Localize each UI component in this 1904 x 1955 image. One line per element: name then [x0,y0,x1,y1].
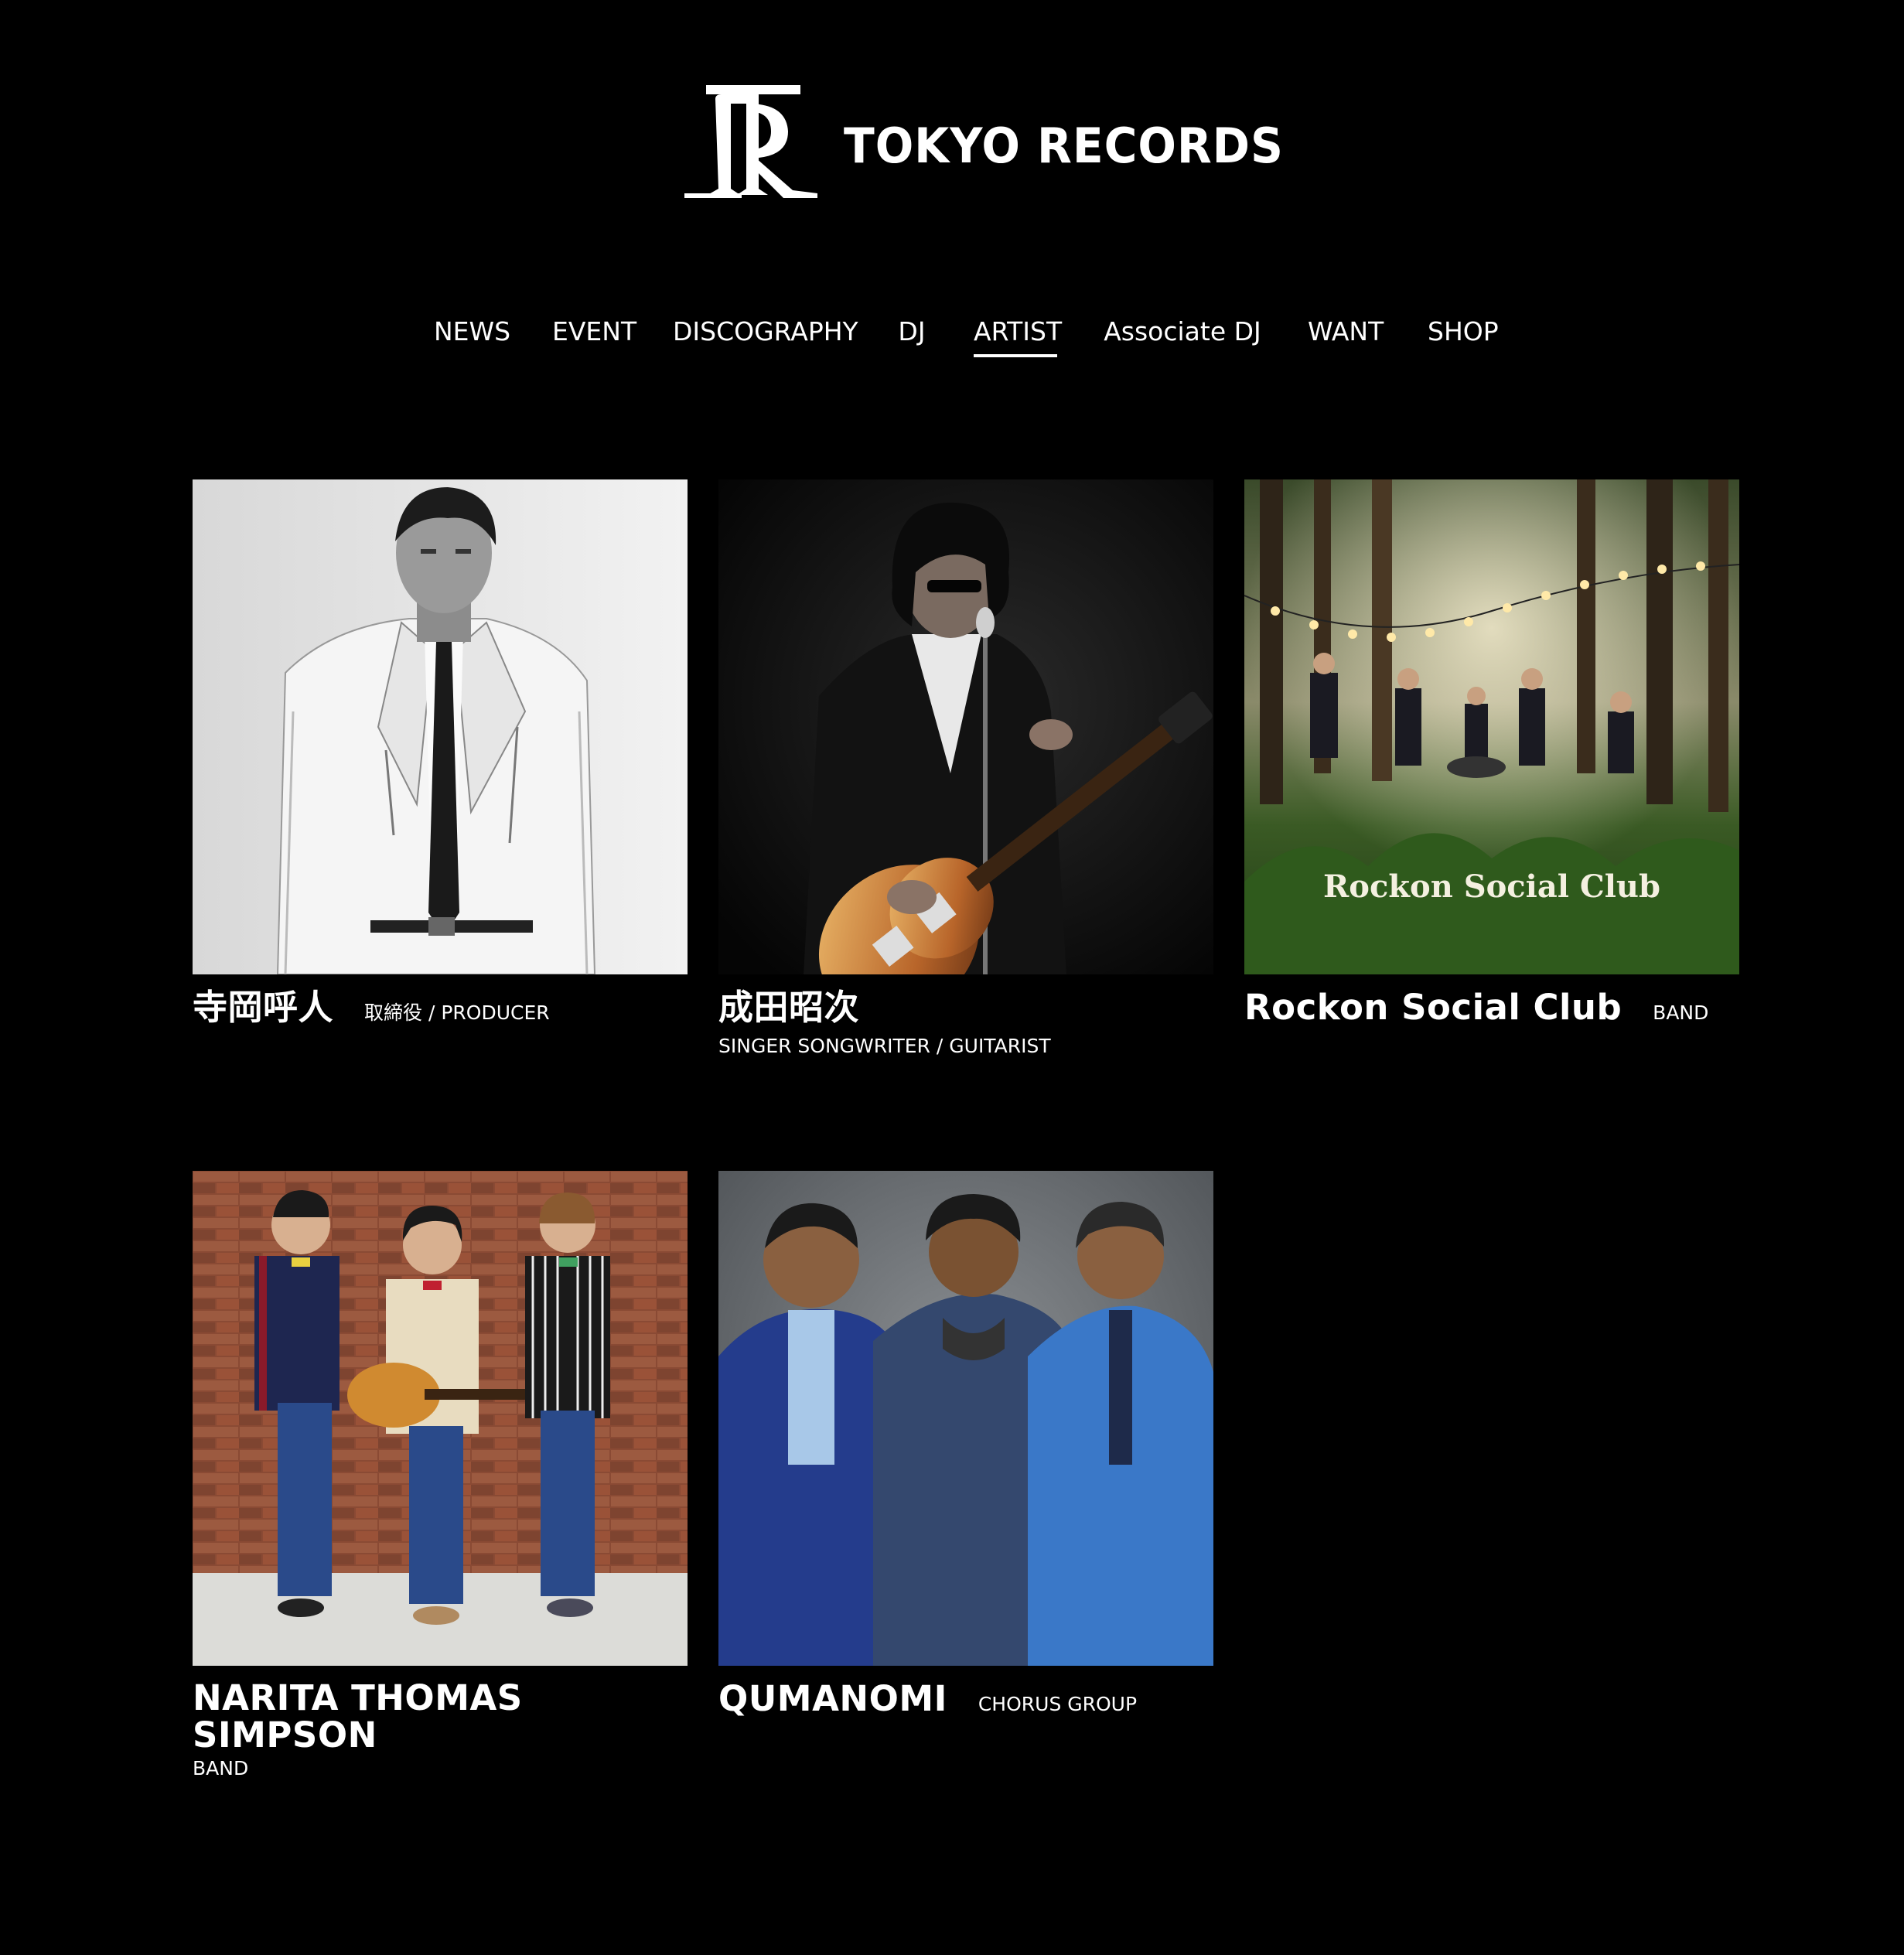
artist-photo [718,479,1213,974]
artist-caption: QUMANOMI CHORUS GROUP [718,1680,1213,1718]
nav-item-event[interactable]: EVENT [552,311,636,353]
photo-band-title: Rockon Social Club [1323,868,1660,905]
nav-item-shop[interactable]: SHOP [1428,311,1499,353]
artist-role: SINGER SONGWRITER / GUITARIST [718,1035,1051,1057]
artist-name: QUMANOMI [718,1678,947,1719]
artist-photo [193,1171,688,1666]
artist-caption: Rockon Social Club BAND [1244,988,1739,1027]
artist-role: BAND [1653,1001,1709,1024]
artist-role: BAND [193,1757,249,1779]
artist-role: CHORUS GROUP [978,1693,1138,1715]
artist-name: 成田昭次 [718,987,860,1028]
artist-name: NARITA THOMAS SIMPSON [193,1677,523,1755]
artist-caption: 成田昭次 SINGER SONGWRITER / GUITARIST [718,988,1213,1059]
nav-item-news[interactable]: NEWS [434,311,510,353]
main-nav: NEWS EVENT DISCOGRAPHY DJ ARTIST Associa… [0,311,1904,373]
artist-name: Rockon Social Club [1244,987,1622,1028]
artist-photo [718,1171,1213,1666]
brand-name: TOKYO RECORDS [844,118,1284,174]
nav-item-want[interactable]: WANT [1308,311,1384,353]
nav-item-discography[interactable]: DISCOGRAPHY [673,311,858,353]
nav-item-artist[interactable]: ARTIST [974,311,1062,357]
tr-monogram-logo-icon [684,85,817,198]
artist-photo: Rockon Social Club [1244,479,1739,974]
artist-caption: 寺岡呼人 取締役 / PRODUCER [193,988,688,1027]
artist-caption: NARITA THOMAS SIMPSON BAND [193,1680,688,1782]
artist-name: 寺岡呼人 [193,987,334,1028]
artist-role: 取締役 / PRODUCER [364,1001,550,1024]
artist-photo [193,479,688,974]
nav-item-dj[interactable]: DJ [896,311,928,353]
brand-logo-link[interactable]: TOKYO RECORDS [684,80,1283,200]
nav-item-associate-dj[interactable]: Associate DJ [1103,311,1262,353]
